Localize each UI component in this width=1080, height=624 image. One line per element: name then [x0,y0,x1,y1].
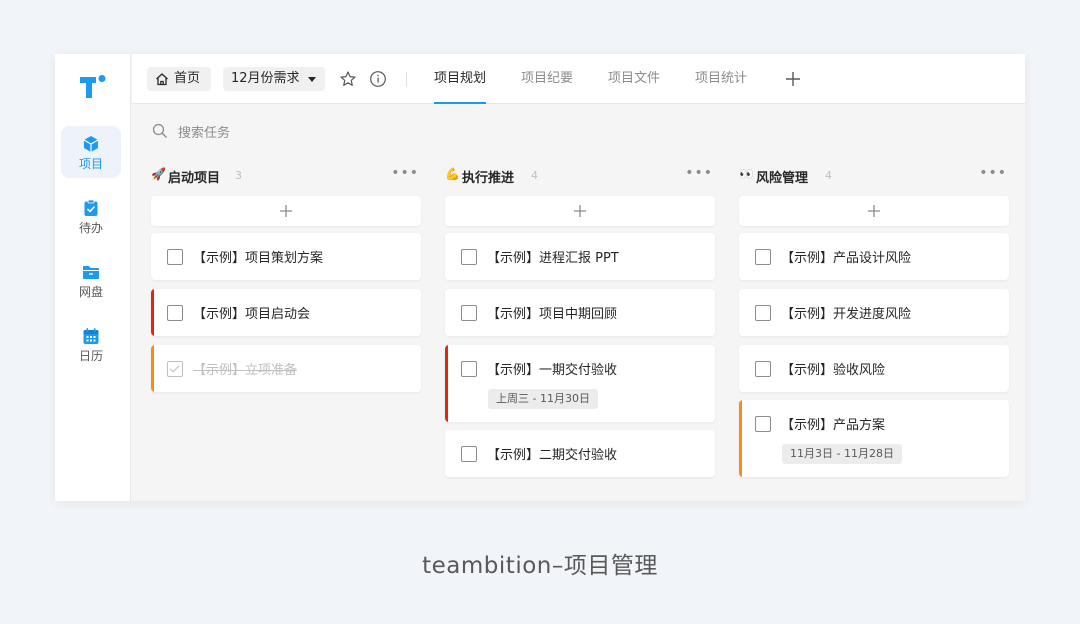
task-checkbox[interactable] [461,361,477,377]
task-title: 【示例】二期交付验收 [487,448,618,463]
task-checkbox[interactable] [755,249,771,265]
left-rail: 项目 待办 网盘 日历 [55,54,131,501]
caption: teambition–项目管理 [422,553,658,579]
column-risk: 👀 风险管理 4 ••• 【示例】产品设计风险 【示例】开发进度风险 【示例】验… [739,164,1009,477]
divider [406,72,407,86]
tab-project-files[interactable]: 项目文件 [608,54,660,104]
rail-item-todo[interactable]: 待办 [61,190,121,242]
task-card[interactable]: 【示例】项目策划方案 [151,233,421,280]
task-title: 【示例】开发进度风险 [781,307,912,322]
task-card[interactable]: 【示例】项目中期回顾 [445,289,715,336]
more-icon[interactable]: ••• [391,165,419,181]
rail-item-projects[interactable]: 项目 [61,126,121,178]
caret-down-icon [308,77,316,82]
task-card[interactable]: 【示例】立项准备 [151,345,421,392]
task-card[interactable]: 【示例】二期交付验收 [445,430,715,477]
column-title: 风险管理 [756,171,809,186]
rail-item-drive[interactable]: 网盘 [61,254,121,306]
task-search[interactable]: 搜索任务 [152,120,452,142]
task-title: 【示例】项目启动会 [193,307,311,322]
column-start: 🚀 启动项目 3 ••• 【示例】项目策划方案 【示例】项目启动会 【示例】立项… [151,164,421,392]
task-title: 【示例】一期交付验收 [487,363,618,378]
task-date-badge: 上周三 - 11月30日 [488,389,598,409]
more-icon[interactable]: ••• [685,165,713,181]
task-title: 【示例】进程汇报 PPT [487,251,619,266]
priority-bar [151,345,154,392]
search-icon [152,123,167,138]
star-icon[interactable] [339,70,357,88]
task-card[interactable]: 【示例】一期交付验收 上周三 - 11月30日 [445,345,715,422]
info-icon[interactable] [369,70,387,88]
rail-item-label: 网盘 [78,285,103,299]
rail-item-label: 日历 [78,349,103,363]
task-card[interactable]: 【示例】产品设计风险 [739,233,1009,280]
plus-icon [868,205,880,217]
rail-item-label: 待办 [78,221,103,235]
task-checkbox[interactable] [461,305,477,321]
calendar-icon [83,328,99,344]
clipboard-check-icon [84,199,98,216]
task-card[interactable]: 【示例】进程汇报 PPT [445,233,715,280]
eyes-icon: 👀 [739,167,754,181]
rail-item-label: 项目 [78,157,103,171]
tab-project-minutes[interactable]: 项目纪要 [521,54,573,104]
home-label: 首页 [174,71,201,86]
task-card[interactable]: 【示例】产品方案 11月3日 - 11月28日 [739,400,1009,477]
project-switcher[interactable]: 12月份需求 [223,67,325,91]
app-window: 项目 待办 网盘 日历 首页 12月份需求 项目规划 项目纪要 项目文件 项目统… [55,54,1025,501]
tab-project-stats[interactable]: 项目统计 [695,54,747,104]
task-checkbox[interactable] [461,249,477,265]
home-button[interactable]: 首页 [147,67,211,91]
column-count: 3 [235,169,242,182]
plus-icon [280,205,292,217]
task-card[interactable]: 【示例】开发进度风险 [739,289,1009,336]
top-bar: 首页 12月份需求 项目规划 项目纪要 项目文件 项目统计 [132,54,1025,104]
column-header: 🚀 启动项目 3 ••• [151,164,421,188]
task-card[interactable]: 【示例】项目启动会 [151,289,421,336]
search-placeholder: 搜索任务 [178,126,231,141]
column-header: 👀 风险管理 4 ••• [739,164,1009,188]
task-title: 【示例】验收风险 [781,363,886,378]
task-title: 【示例】立项准备 [193,363,298,378]
plus-icon [574,205,586,217]
home-icon [156,73,168,86]
task-title: 【示例】产品设计风险 [781,251,912,266]
column-execute: 💪 执行推进 4 ••• 【示例】进程汇报 PPT 【示例】项目中期回顾 【示例… [445,164,715,477]
task-checkbox[interactable] [755,305,771,321]
task-checkbox[interactable] [755,416,771,432]
priority-bar [739,400,742,477]
column-count: 4 [825,169,832,182]
column-title: 执行推进 [462,171,515,186]
task-title: 【示例】产品方案 [781,418,886,433]
rail-item-calendar[interactable]: 日历 [61,318,121,370]
task-date-badge: 11月3日 - 11月28日 [782,444,902,464]
task-card[interactable]: 【示例】验收风险 [739,345,1009,392]
project-name: 12月份需求 [231,71,300,86]
task-checkbox[interactable] [461,446,477,462]
folder-icon [83,266,99,279]
column-count: 4 [531,169,538,182]
column-title: 启动项目 [168,171,221,186]
add-task-button[interactable] [151,196,421,226]
column-header: 💪 执行推进 4 ••• [445,164,715,188]
teambition-logo[interactable] [78,74,108,100]
priority-bar [151,289,154,336]
tab-project-planning[interactable]: 项目规划 [434,54,487,104]
more-icon[interactable]: ••• [979,165,1007,181]
add-task-button[interactable] [445,196,715,226]
task-title: 【示例】项目中期回顾 [487,307,618,322]
add-task-button[interactable] [739,196,1009,226]
rocket-icon: 🚀 [151,167,166,181]
add-tab-icon[interactable] [783,69,803,89]
cube-icon [83,136,99,152]
task-checkbox[interactable] [167,249,183,265]
task-checkbox-checked[interactable] [167,361,183,377]
task-checkbox[interactable] [755,361,771,377]
task-title: 【示例】项目策划方案 [193,251,324,266]
task-checkbox[interactable] [167,305,183,321]
flexed-biceps-icon: 💪 [445,167,460,181]
priority-bar [445,345,448,422]
